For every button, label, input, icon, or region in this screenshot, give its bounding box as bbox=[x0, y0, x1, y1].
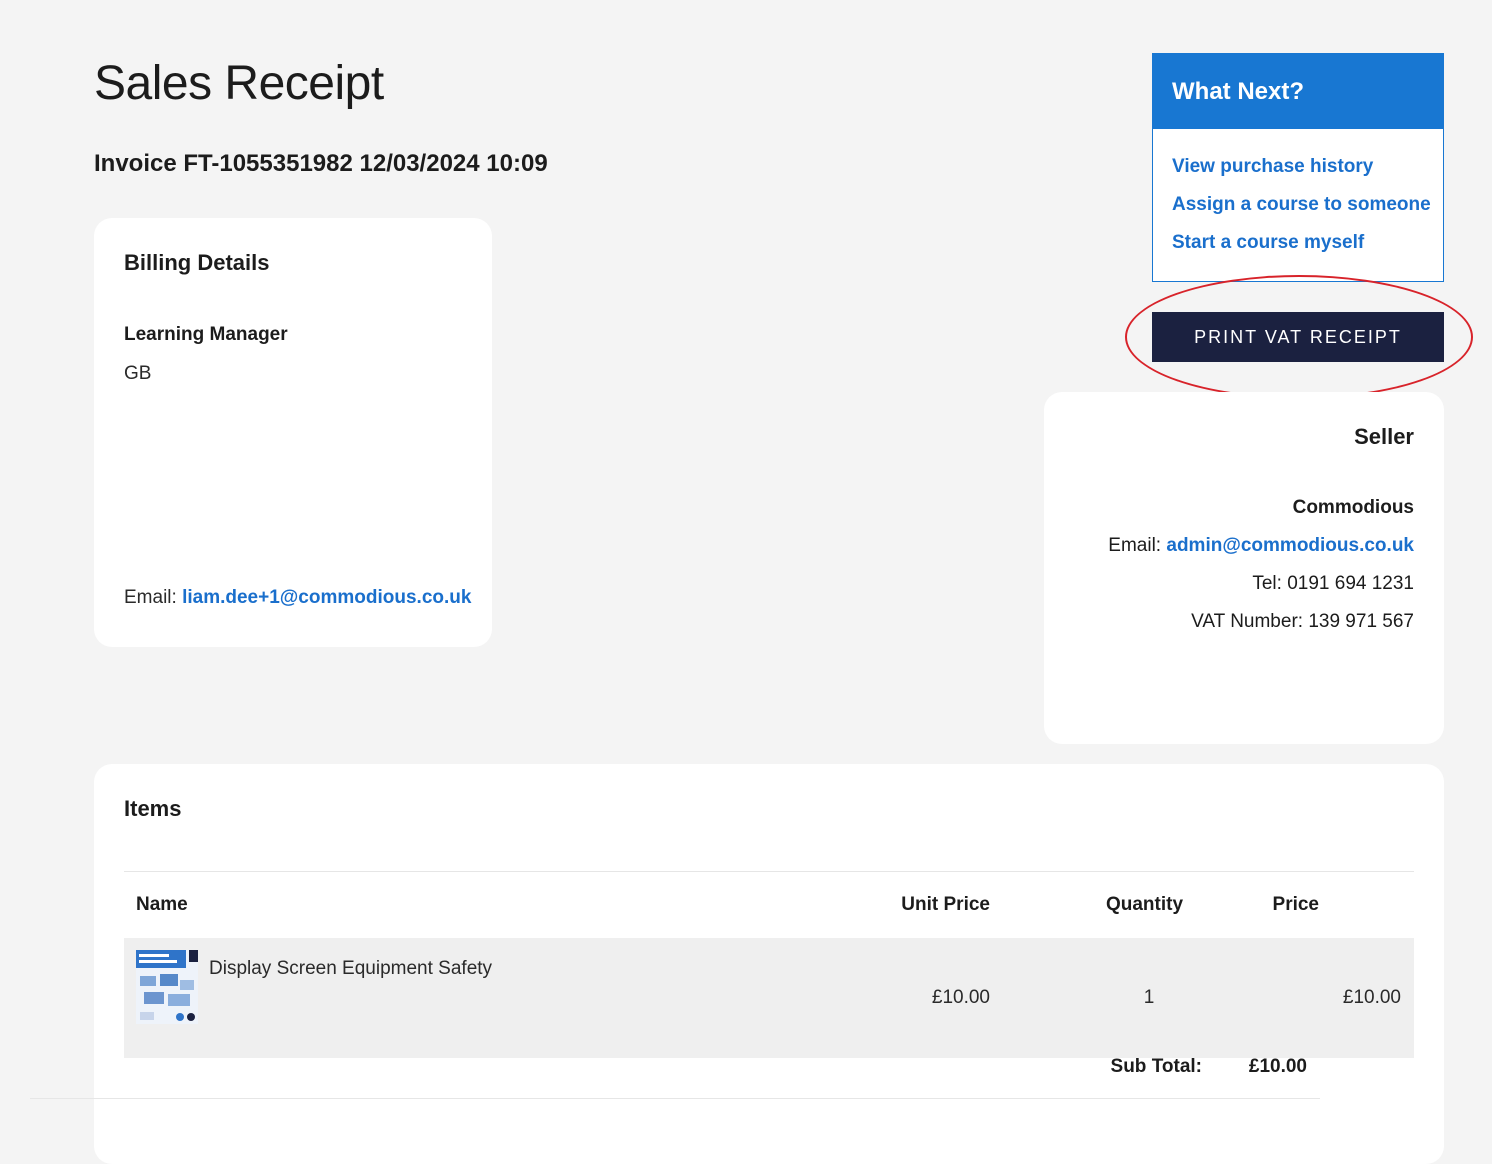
items-card: Items Name Unit Price Quantity Price Dis… bbox=[94, 764, 1444, 1164]
seller-card: Seller Commodious Email: admin@commodiou… bbox=[1044, 392, 1444, 744]
what-next-title: What Next? bbox=[1153, 54, 1443, 129]
col-header-name: Name bbox=[124, 871, 852, 938]
billing-email-row: Email: liam.dee+1@commodious.co.uk bbox=[124, 587, 471, 609]
course-thumbnail bbox=[136, 950, 198, 1024]
billing-country: GB bbox=[124, 363, 152, 384]
assign-course-link[interactable]: Assign a course to someone bbox=[1172, 194, 1431, 216]
invoice-line: Invoice FT-1055351982 12/03/2024 10:09 bbox=[94, 150, 548, 177]
view-purchase-history-link[interactable]: View purchase history bbox=[1172, 156, 1373, 178]
items-table: Name Unit Price Quantity Price Display S… bbox=[124, 871, 1414, 1058]
seller-email-row: Email: admin@commodious.co.uk bbox=[1108, 535, 1414, 557]
seller-title: Seller bbox=[1354, 424, 1414, 449]
seller-email-link[interactable]: admin@commodious.co.uk bbox=[1166, 535, 1414, 556]
items-title: Items bbox=[124, 796, 182, 821]
subtotal-value: £10.00 bbox=[1248, 1056, 1307, 1077]
subtotal-row: Sub Total: £10.00 bbox=[30, 1036, 1320, 1099]
billing-name: Learning Manager bbox=[124, 324, 288, 345]
item-name: Display Screen Equipment Safety bbox=[209, 958, 493, 979]
billing-details-card: Billing Details Learning Manager GB Emai… bbox=[94, 218, 492, 647]
billing-email-label: Email: bbox=[124, 587, 177, 608]
what-next-panel: What Next? View purchase history Assign … bbox=[1152, 53, 1444, 282]
seller-company: Commodious bbox=[1292, 497, 1414, 518]
col-header-quantity: Quantity bbox=[1052, 871, 1237, 938]
start-course-link[interactable]: Start a course myself bbox=[1172, 232, 1364, 254]
billing-details-title: Billing Details bbox=[124, 250, 270, 275]
seller-tel: Tel: 0191 694 1231 bbox=[1252, 573, 1414, 594]
seller-vat-number: VAT Number: 139 971 567 bbox=[1191, 611, 1414, 632]
seller-email-label: Email: bbox=[1108, 535, 1162, 556]
col-header-unit-price: Unit Price bbox=[852, 871, 1052, 938]
billing-email-link[interactable]: liam.dee+1@commodious.co.uk bbox=[182, 587, 471, 608]
print-vat-receipt-button[interactable]: PRINT VAT RECEIPT bbox=[1152, 312, 1444, 362]
subtotal-label: Sub Total: bbox=[1110, 1056, 1202, 1077]
items-table-header: Name Unit Price Quantity Price bbox=[124, 871, 1414, 938]
page-title: Sales Receipt bbox=[94, 57, 384, 110]
col-header-price: Price bbox=[1237, 871, 1414, 938]
